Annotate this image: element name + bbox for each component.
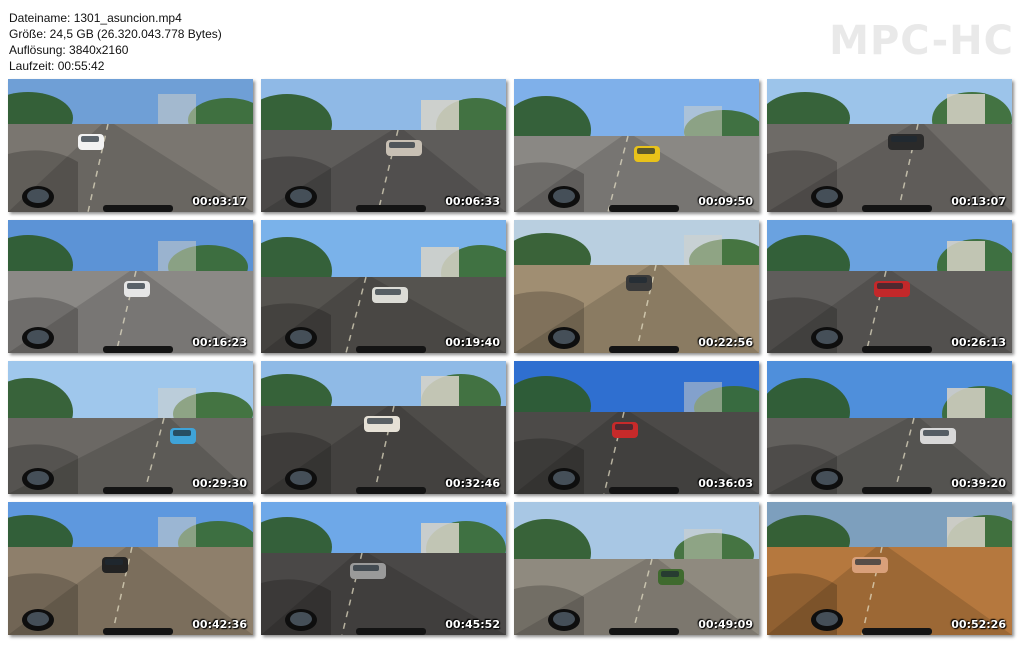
thumbnail-frame — [514, 502, 759, 635]
video-thumbnail: 00:03:17 — [8, 79, 253, 212]
filename-text: Dateiname: 1301_asuncion.mp4 — [9, 11, 182, 25]
thumbnail-grid: 00:03:17 00:06:33 00:09:50 00:13:07 00:16:23… — [8, 79, 1012, 635]
resolution-text: Auflösung: 3840x2160 — [9, 43, 129, 57]
timestamp-label: 00:16:23 — [192, 336, 247, 349]
thumbnail-frame — [514, 220, 759, 353]
video-thumbnail: 00:32:46 — [261, 361, 506, 494]
thumbnail-frame — [261, 502, 506, 635]
thumbnail-frame — [767, 502, 1012, 635]
video-thumbnail: 00:45:52 — [261, 502, 506, 635]
mpc-hc-logo: MPC-HC — [829, 18, 1014, 64]
timestamp-label: 00:45:52 — [445, 618, 500, 631]
video-thumbnail: 00:39:20 — [767, 361, 1012, 494]
duration-text: Laufzeit: 00:55:42 — [9, 59, 105, 73]
video-thumbnail: 00:22:56 — [514, 220, 759, 353]
filesize-text: Größe: 24,5 GB (26.320.043.778 Bytes) — [9, 27, 222, 41]
thumbnail-frame — [8, 220, 253, 353]
video-thumbnail: 00:13:07 — [767, 79, 1012, 212]
video-thumbnail: 00:36:03 — [514, 361, 759, 494]
thumbnail-frame — [261, 79, 506, 212]
timestamp-label: 00:49:09 — [698, 618, 753, 631]
timestamp-label: 00:13:07 — [951, 195, 1006, 208]
video-thumbnail: 00:16:23 — [8, 220, 253, 353]
timestamp-label: 00:36:03 — [698, 477, 753, 490]
timestamp-label: 00:19:40 — [445, 336, 500, 349]
thumbnail-frame — [767, 220, 1012, 353]
timestamp-label: 00:39:20 — [951, 477, 1006, 490]
timestamp-label: 00:09:50 — [698, 195, 753, 208]
thumbnail-frame — [514, 361, 759, 494]
video-thumbnail: 00:09:50 — [514, 79, 759, 212]
thumbnail-frame — [767, 79, 1012, 212]
video-thumbnail: 00:06:33 — [261, 79, 506, 212]
video-thumbnail: 00:29:30 — [8, 361, 253, 494]
thumbnail-frame — [767, 361, 1012, 494]
timestamp-label: 00:52:26 — [951, 618, 1006, 631]
thumbnail-frame — [8, 79, 253, 212]
timestamp-label: 00:26:13 — [951, 336, 1006, 349]
video-thumbnail: 00:49:09 — [514, 502, 759, 635]
thumbnail-frame — [514, 79, 759, 212]
thumbnail-frame — [261, 361, 506, 494]
thumbnail-frame — [8, 361, 253, 494]
video-thumbnail: 00:26:13 — [767, 220, 1012, 353]
video-thumbnail: 00:42:36 — [8, 502, 253, 635]
thumbnail-frame — [261, 220, 506, 353]
thumbnail-frame — [8, 502, 253, 635]
file-info: Dateiname: 1301_asuncion.mp4 Größe: 24,5… — [9, 10, 222, 74]
timestamp-label: 00:32:46 — [445, 477, 500, 490]
timestamp-label: 00:42:36 — [192, 618, 247, 631]
timestamp-label: 00:22:56 — [698, 336, 753, 349]
timestamp-label: 00:03:17 — [192, 195, 247, 208]
video-thumbnail: 00:19:40 — [261, 220, 506, 353]
timestamp-label: 00:29:30 — [192, 477, 247, 490]
timestamp-label: 00:06:33 — [445, 195, 500, 208]
video-thumbnail: 00:52:26 — [767, 502, 1012, 635]
